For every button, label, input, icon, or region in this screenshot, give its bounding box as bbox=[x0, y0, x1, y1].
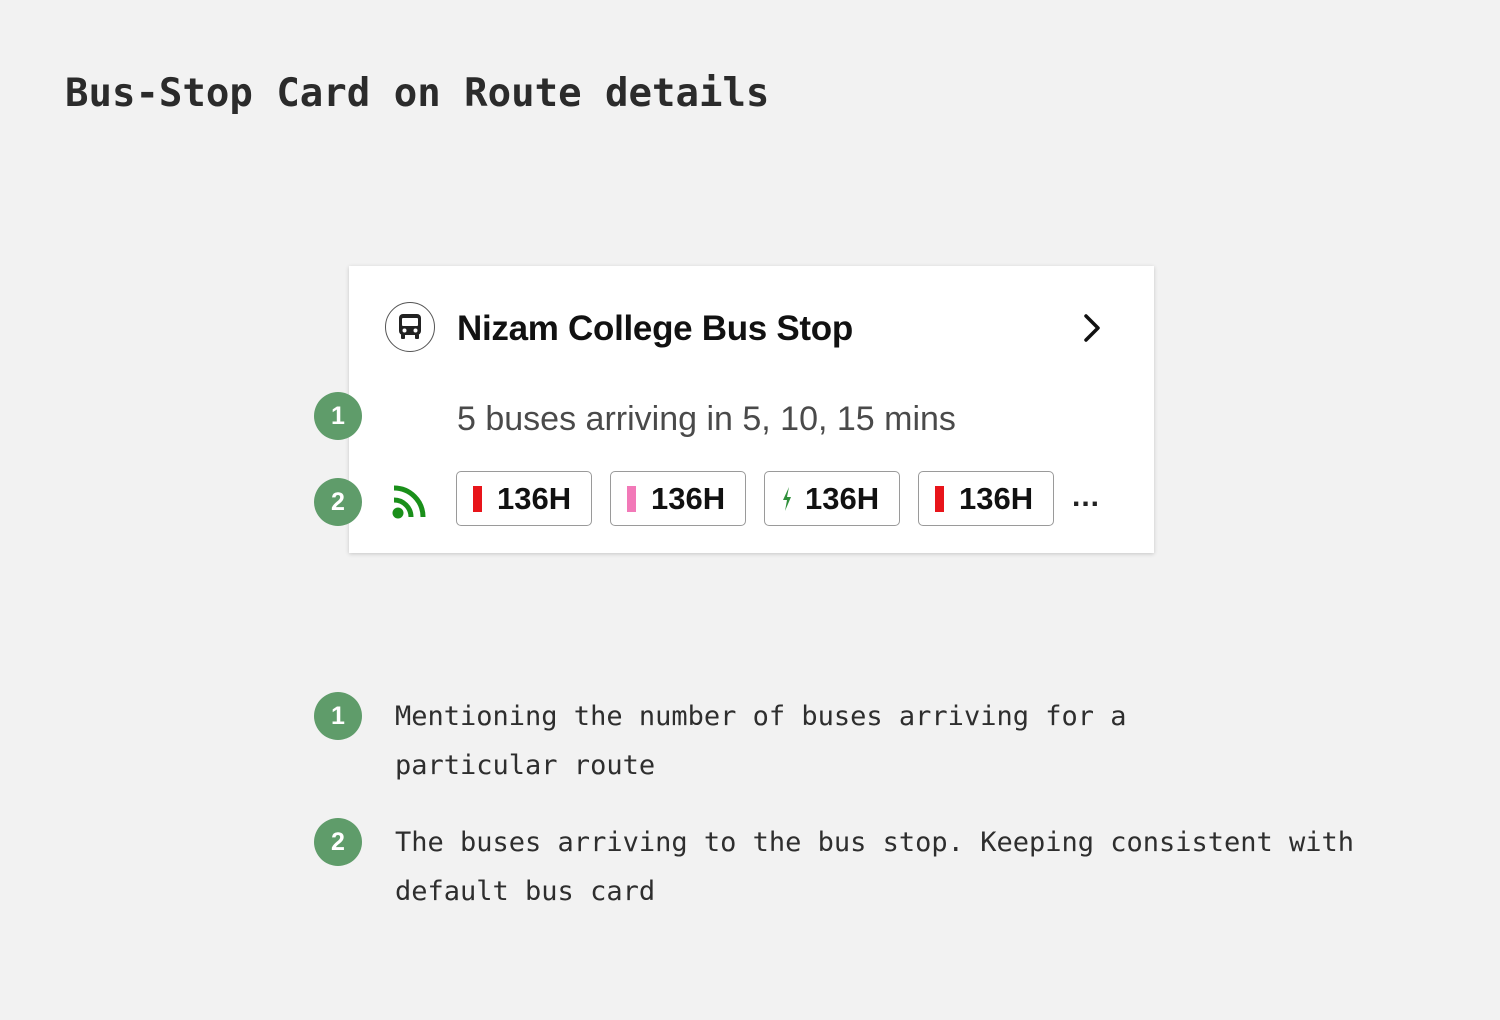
note-badge-2: 2 bbox=[314, 818, 362, 866]
route-chip[interactable]: 136H bbox=[456, 471, 592, 526]
more-routes-indicator[interactable]: ... bbox=[1072, 480, 1100, 514]
arrival-summary: 5 buses arriving in 5, 10, 15 mins bbox=[457, 400, 956, 438]
route-label: 136H bbox=[805, 480, 880, 516]
route-color-marker bbox=[473, 485, 482, 512]
note-text-2: The buses arriving to the bus stop. Keep… bbox=[395, 827, 1355, 907]
chevron-right-icon[interactable] bbox=[1079, 310, 1105, 346]
note-badge-1: 1 bbox=[314, 692, 362, 740]
lightning-bolt-icon bbox=[781, 486, 793, 512]
page-title: Bus-Stop Card on Route details bbox=[65, 71, 770, 116]
route-color-marker bbox=[935, 485, 944, 512]
route-label: 136H bbox=[959, 480, 1034, 516]
route-chips: 136H 136H 136H 136H ... bbox=[456, 471, 1100, 526]
route-color-marker bbox=[627, 485, 636, 512]
annotation-badge-2: 2 bbox=[314, 478, 362, 526]
route-label: 136H bbox=[651, 480, 726, 516]
bus-stop-card[interactable]: Nizam College Bus Stop 5 buses arriving … bbox=[349, 266, 1154, 553]
route-chip[interactable]: 136H bbox=[610, 471, 746, 526]
note-text-1: Mentioning the number of buses arriving … bbox=[395, 701, 1127, 781]
route-chip[interactable]: 136H bbox=[918, 471, 1054, 526]
route-label: 136H bbox=[497, 480, 572, 516]
annotation-badge-1: 1 bbox=[314, 392, 362, 440]
stop-name: Nizam College Bus Stop bbox=[457, 309, 853, 348]
route-chip[interactable]: 136H bbox=[764, 471, 900, 526]
live-tracking-icon bbox=[391, 480, 431, 520]
bus-icon bbox=[385, 302, 435, 352]
